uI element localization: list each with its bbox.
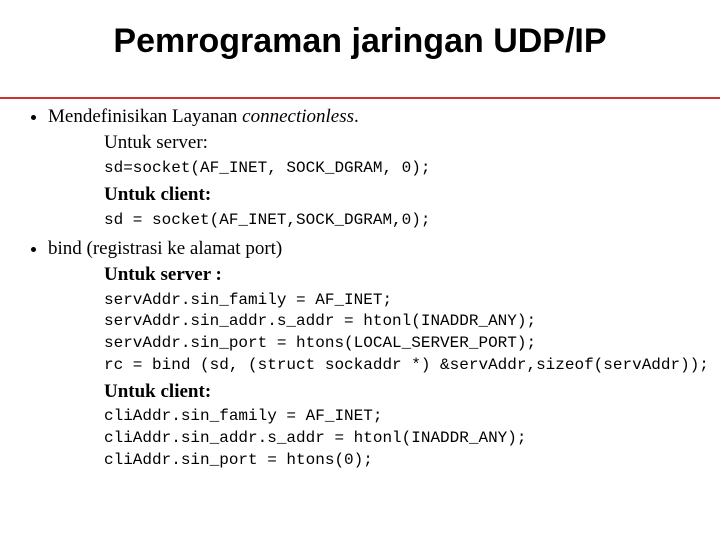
b1-server-label: Untuk server: — [48, 131, 696, 155]
bullet1-text-a: Mendefinisikan Layanan — [48, 106, 242, 127]
bullet1-text-c: . — [354, 106, 359, 127]
page-title: Pemrograman jaringan UDP/IP — [0, 0, 720, 69]
b2-server-code: servAddr.sin_family = AF_INET; servAddr.… — [48, 290, 696, 376]
b1-client-code: sd = socket(AF_INET,SOCK_DGRAM,0); — [48, 210, 696, 232]
bullet2-text: bind (registrasi ke alamat port) — [48, 238, 282, 259]
slide: Pemrograman jaringan UDP/IP Mendefinisik… — [0, 0, 720, 540]
b2-client-label-text: Untuk client: — [104, 381, 211, 402]
content-body: Mendefinisikan Layanan connectionless. U… — [0, 99, 720, 471]
list-item: bind (registrasi ke alamat port) Untuk s… — [48, 237, 696, 471]
b2-client-code: cliAddr.sin_family = AF_INET; cliAddr.si… — [48, 406, 696, 471]
list-item: Mendefinisikan Layanan connectionless. U… — [48, 105, 696, 231]
b2-server-label-text: Untuk server : — [104, 264, 222, 285]
bullet-list: Mendefinisikan Layanan connectionless. U… — [24, 105, 696, 471]
bullet1-text-b: connectionless — [242, 106, 354, 127]
b1-server-code: sd=socket(AF_INET, SOCK_DGRAM, 0); — [48, 158, 696, 180]
b1-client-label-text: Untuk client: — [104, 184, 211, 205]
b2-client-label: Untuk client: — [48, 380, 696, 404]
b1-server-label-text: Untuk server: — [104, 132, 208, 153]
b1-client-label: Untuk client: — [48, 183, 696, 207]
b2-server-label: Untuk server : — [48, 263, 696, 287]
